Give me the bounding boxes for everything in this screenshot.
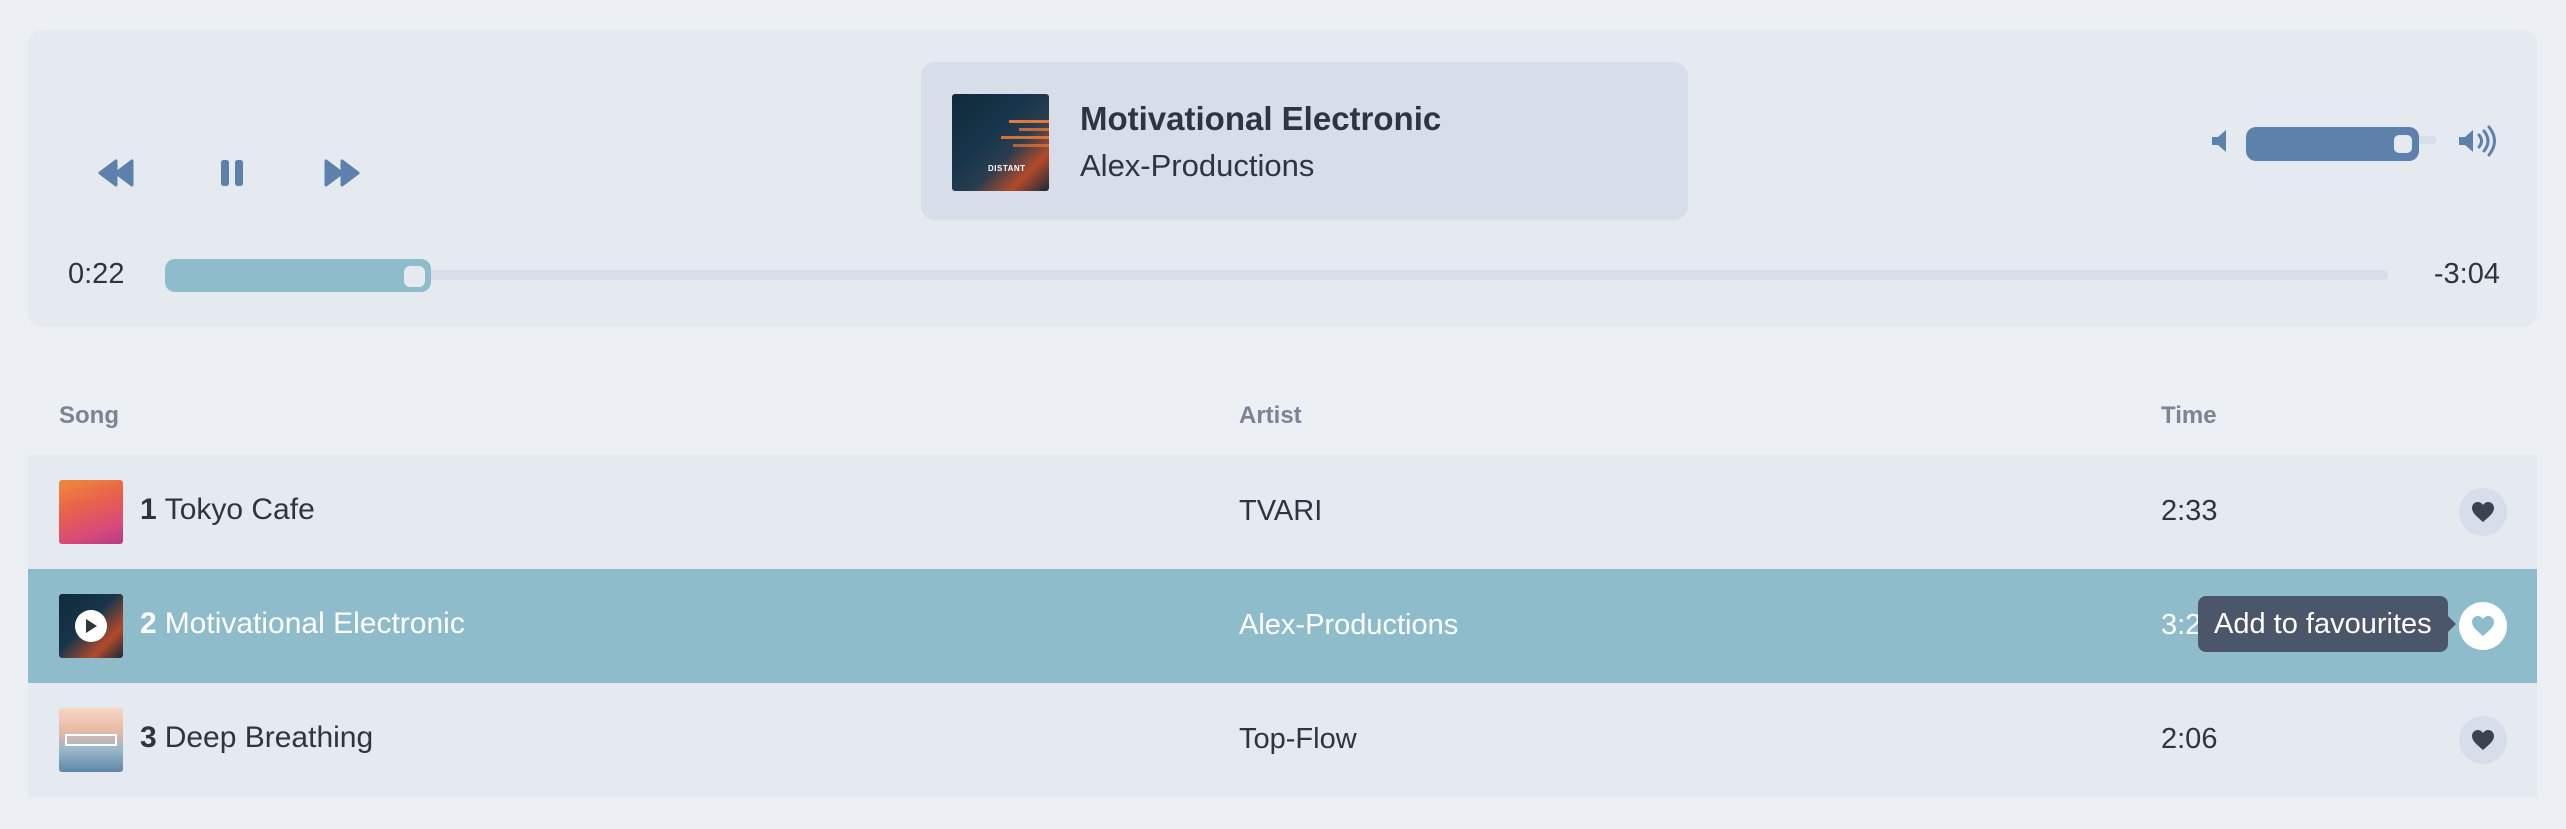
rewind-icon [98, 159, 134, 187]
pause-button[interactable] [204, 145, 260, 201]
favourite-button[interactable] [2459, 488, 2507, 536]
song-title: Motivational Electronic [164, 607, 465, 640]
table-row[interactable]: 1 Tokyo Cafe TVARI 2:33 [28, 455, 2537, 569]
song-title: Deep Breathing [164, 721, 374, 754]
play-button[interactable] [75, 610, 107, 642]
player-panel: DISTANT Motivational Electronic Alex-Pro… [28, 30, 2537, 327]
song-table: Song Artist Time 1 Tokyo Cafe TVARI 2:33 … [28, 380, 2537, 797]
seek-track[interactable] [165, 270, 2388, 280]
remaining-time: -3:04 [2433, 258, 2500, 290]
favourite-tooltip: Add to favourites [2198, 596, 2456, 652]
header-time: Time [2161, 402, 2217, 429]
artist-cell: TVARI [1239, 495, 1323, 527]
song-number: 3 [140, 721, 157, 754]
artist-cell: Top-Flow [1239, 723, 1357, 755]
table-row[interactable]: 3 Deep Breathing Top-Flow 2:06 [28, 683, 2537, 797]
favourite-button[interactable] [2459, 716, 2507, 764]
header-song: Song [59, 402, 119, 429]
seek-fill[interactable] [165, 259, 431, 292]
volume-low-icon[interactable] [2208, 126, 2238, 156]
volume-high-icon[interactable] [2456, 125, 2500, 157]
fast-forward-icon [324, 159, 360, 187]
now-playing-card: DISTANT Motivational Electronic Alex-Pro… [921, 62, 1688, 220]
header-artist: Artist [1239, 402, 1302, 429]
seek-knob[interactable] [401, 263, 428, 290]
heart-icon [2472, 730, 2494, 750]
song-number: 1 [140, 493, 157, 526]
time-cell: 2:33 [2161, 495, 2218, 527]
now-playing-artist: Alex-Productions [1080, 148, 1315, 183]
play-icon [86, 619, 97, 633]
song-cell: 1 Tokyo Cafe [140, 493, 315, 527]
song-cell: 2 Motivational Electronic [140, 607, 465, 641]
song-title: Tokyo Cafe [164, 493, 315, 526]
rewind-button[interactable] [88, 145, 144, 201]
table-row-active[interactable]: 2 Motivational Electronic Alex-Production… [28, 569, 2537, 683]
now-playing-cover: DISTANT [952, 94, 1049, 191]
elapsed-time: 0:22 [68, 258, 125, 290]
favourite-button[interactable] [2459, 602, 2507, 650]
cover-text: DISTANT [988, 164, 1026, 173]
artist-cell: Alex-Productions [1239, 609, 1459, 641]
now-playing-title: Motivational Electronic [1080, 100, 1442, 137]
song-cell: 3 Deep Breathing [140, 721, 373, 755]
song-cover [59, 594, 123, 658]
table-header: Song Artist Time [28, 380, 2537, 455]
volume-knob[interactable] [2391, 132, 2415, 156]
heart-icon [2472, 502, 2494, 522]
time-cell: 2:06 [2161, 723, 2218, 755]
fast-forward-button[interactable] [314, 145, 370, 201]
heart-icon [2472, 616, 2494, 636]
song-cover [59, 480, 123, 544]
pause-icon [221, 160, 243, 186]
song-number: 2 [140, 607, 157, 640]
song-cover [59, 708, 123, 772]
